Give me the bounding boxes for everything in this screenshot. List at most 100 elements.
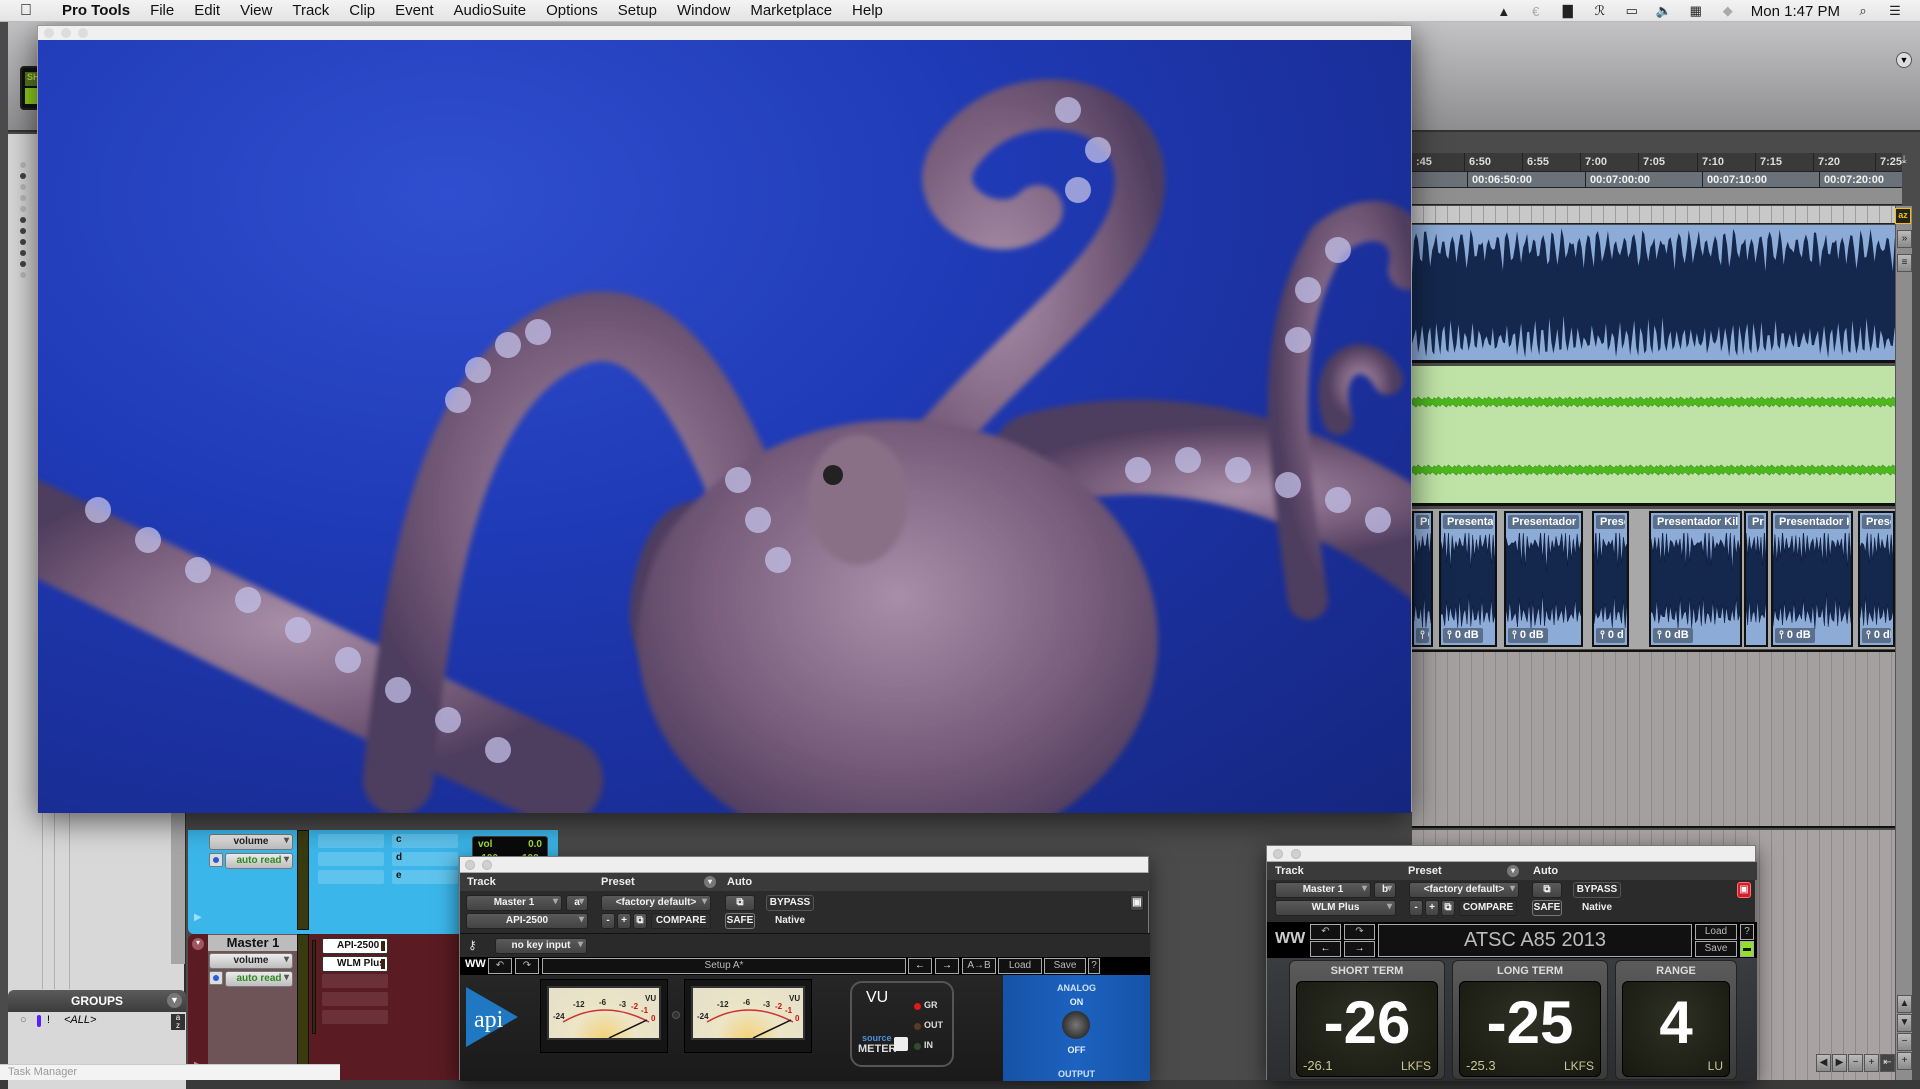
audio-clip[interactable]: Presentador Ki ⫯ 0 dB — [1504, 511, 1583, 647]
automation-icon[interactable]: ⧉ — [1532, 882, 1562, 898]
meter-source-button[interactable] — [894, 1037, 908, 1051]
groups-menu-icon[interactable]: ▼ — [167, 993, 182, 1008]
insert-slot[interactable] — [318, 870, 384, 884]
redo-button[interactable]: ↷ — [1344, 924, 1375, 940]
preset-menu-icon[interactable]: ▾ — [704, 876, 716, 888]
insert-slot[interactable] — [318, 834, 384, 848]
automation-enable-icon[interactable] — [209, 971, 223, 985]
help-button[interactable]: ? — [1740, 924, 1754, 940]
scroll-left-button[interactable]: ◀ — [1816, 1054, 1831, 1072]
plugin-selector[interactable]: API-2500 — [466, 913, 588, 929]
clip-gain[interactable]: ⫯ 0 dB — [1416, 628, 1429, 643]
plugin-minimize-button[interactable] — [1291, 849, 1301, 859]
fast-forward-icon[interactable]: » — [1897, 230, 1912, 248]
help-button[interactable]: ? — [1088, 958, 1100, 974]
target-button-icon[interactable]: ▣ — [1130, 895, 1144, 911]
next-preset-button[interactable]: + — [1425, 900, 1439, 916]
plugin-titlebar[interactable] — [1267, 846, 1755, 862]
compare-button[interactable]: COMPARE — [1459, 900, 1517, 916]
scroll-up-button[interactable]: ▲ — [1897, 995, 1912, 1013]
track-selector[interactable]: Master 1 — [466, 895, 562, 911]
zoom-out-horizontal-button[interactable]: − — [1848, 1054, 1863, 1072]
automation-mode-selector[interactable]: auto read — [225, 971, 293, 987]
bypass-button[interactable]: BYPASS — [1573, 882, 1621, 898]
groups-sort-az-button[interactable]: az — [171, 1014, 185, 1030]
master-track-name[interactable]: Master 1 — [208, 935, 298, 951]
insert-slot[interactable] — [322, 1010, 388, 1024]
group-item[interactable]: ○ ! <ALL> — [8, 1014, 168, 1028]
insert-api-2500[interactable]: API-2500 — [322, 938, 388, 954]
go-to-start-button[interactable]: ⇤ — [1880, 1054, 1895, 1072]
insert-position-selector[interactable]: b — [1374, 882, 1396, 898]
menu-file[interactable]: File — [140, 2, 184, 19]
target-button-icon[interactable]: ▣ — [1737, 882, 1751, 898]
safe-button[interactable]: SAFE — [725, 913, 755, 929]
automation-icon[interactable]: ⧉ — [725, 895, 755, 911]
menu-app-name[interactable]: Pro Tools — [52, 2, 140, 19]
euro-icon[interactable]: € — [1527, 4, 1545, 19]
previous-preset-button[interactable]: - — [601, 913, 615, 929]
safe-button[interactable]: SAFE — [1532, 900, 1562, 916]
insert-wlm-plus[interactable]: WLM Plus — [322, 956, 388, 972]
spotlight-search-icon[interactable]: ⌕ — [1854, 3, 1872, 18]
track-dot[interactable] — [20, 239, 26, 245]
video-zoom-button[interactable] — [78, 28, 88, 38]
toolbar-menu-dropdown-icon[interactable]: ▼ — [1896, 52, 1912, 68]
send-slot-e[interactable]: e — [392, 870, 458, 884]
track-height-icon[interactable]: ≡ — [1897, 254, 1912, 272]
track-playlist-empty[interactable] — [1412, 650, 1895, 828]
load-button[interactable]: Load — [998, 958, 1042, 974]
display-icon[interactable]: ▇ — [1559, 3, 1577, 18]
track-playlist-stereo-audio[interactable] — [1412, 225, 1895, 363]
plugin-close-button[interactable] — [1273, 849, 1283, 859]
next-setup-button[interactable]: → — [1344, 941, 1375, 957]
notification-center-icon[interactable]: ☰ — [1886, 3, 1904, 18]
next-preset-button[interactable]: + — [617, 913, 631, 929]
preset-menu-icon[interactable]: ▾ — [1507, 865, 1519, 877]
vlc-icon[interactable]: ▲ — [1495, 4, 1513, 19]
track-dot[interactable] — [20, 184, 26, 190]
track-dot[interactable] — [20, 228, 26, 234]
marker-ruler[interactable] — [1412, 188, 1902, 205]
strip-expand-icon[interactable]: ▶ — [194, 912, 202, 923]
zoom-in-horizontal-button[interactable]: + — [1864, 1054, 1879, 1072]
preset-name-display[interactable]: ATSC A85 2013 — [1378, 924, 1692, 957]
volume-selector[interactable]: volume — [209, 834, 293, 850]
copy-a-to-b-button[interactable]: A→B — [962, 958, 996, 974]
plugin-titlebar[interactable] — [460, 857, 1148, 873]
menu-window[interactable]: Window — [667, 2, 740, 19]
key-input-selector[interactable]: no key input — [495, 938, 587, 954]
analog-toggle-switch[interactable] — [1062, 1011, 1090, 1039]
track-playlist-presentador-clips[interactable]: Presen⫯ 0 dBPresentad⫯ 0 dBPresentador K… — [1412, 509, 1895, 649]
grid-ruler[interactable] — [1412, 206, 1902, 224]
menu-event[interactable]: Event — [385, 2, 443, 19]
copy-settings-icon[interactable]: ⧉ — [633, 913, 647, 929]
track-dot[interactable] — [20, 261, 26, 267]
save-button[interactable]: Save — [1695, 941, 1737, 957]
load-button[interactable]: Load — [1695, 924, 1737, 940]
menu-audiosuite[interactable]: AudioSuite — [444, 2, 537, 19]
undo-button[interactable]: ↶ — [488, 958, 512, 974]
audio-clip[interactable]: Presentador Killer ⫯ 0 dB — [1649, 511, 1742, 647]
video-window[interactable] — [37, 25, 1412, 813]
script-icon[interactable]: ℛ — [1591, 3, 1609, 18]
redo-button[interactable]: ↷ — [515, 958, 539, 974]
track-dot[interactable] — [20, 217, 26, 223]
setup-display[interactable]: Setup A* — [542, 958, 906, 974]
audio-clip[interactable]: Pre — [1744, 511, 1768, 647]
copy-settings-icon[interactable]: ⧉ — [1441, 900, 1455, 916]
clock[interactable]: Mon 1:47 PM — [1751, 3, 1840, 20]
video-minimize-button[interactable] — [61, 28, 71, 38]
volume-selector[interactable]: volume — [209, 953, 293, 969]
zoom-in-vertical-button[interactable]: + — [1897, 1052, 1912, 1070]
insert-slot[interactable] — [318, 852, 384, 866]
clip-gain[interactable]: ⫯ 0 dB — [1862, 628, 1891, 643]
playlist-sort-az-button[interactable]: az — [1895, 208, 1911, 224]
track-selector[interactable]: Master 1 — [1275, 882, 1371, 898]
previous-preset-button[interactable]: - — [1409, 900, 1423, 916]
menu-options[interactable]: Options — [536, 2, 608, 19]
audio-clip[interactable]: Presen ⫯ 0 dB — [1858, 511, 1895, 647]
menu-track[interactable]: Track — [282, 2, 339, 19]
insert-slot[interactable] — [322, 992, 388, 1006]
volume-icon[interactable]: 🔈 — [1655, 3, 1673, 18]
